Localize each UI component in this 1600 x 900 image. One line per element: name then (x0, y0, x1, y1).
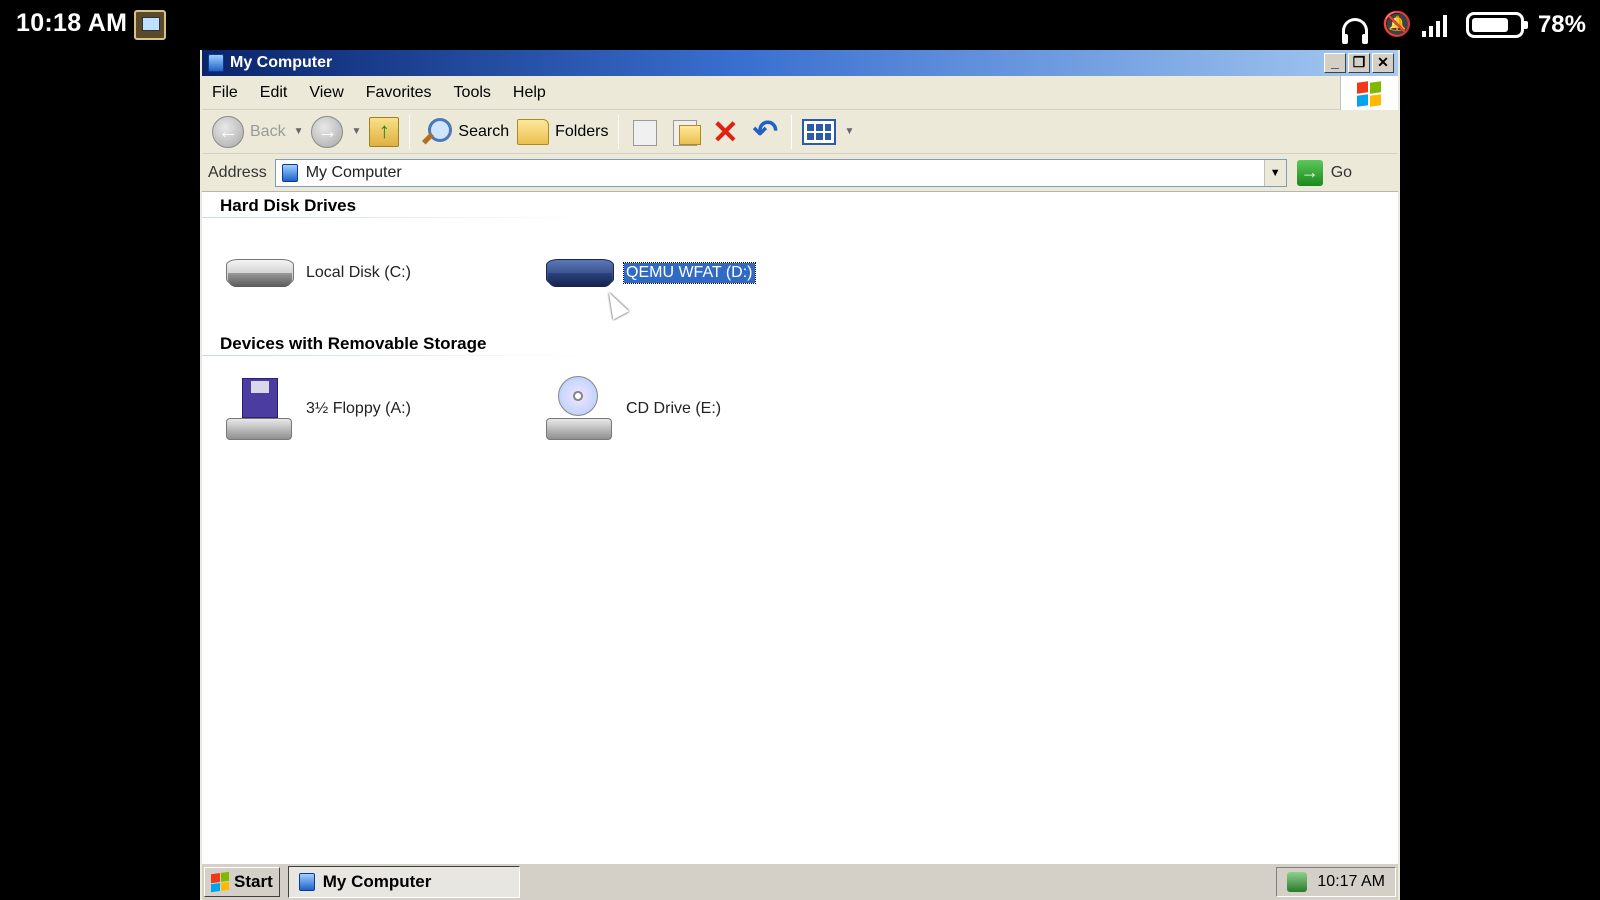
go-button[interactable]: → Go (1296, 159, 1353, 186)
menu-edit[interactable]: Edit (249, 84, 299, 102)
group-divider (202, 355, 592, 356)
address-field[interactable]: My Computer ▼ (274, 158, 1287, 187)
windows-logo-icon (211, 871, 229, 893)
start-label: Start (234, 872, 273, 891)
up-folder-icon: ↑ (369, 116, 400, 147)
windows-logo-icon (1340, 76, 1398, 110)
hard-disk-icon (224, 251, 296, 295)
status-icons: 🔕 78% (1341, 10, 1586, 44)
back-button[interactable]: ← Back ▼ (208, 114, 307, 150)
search-label: Search (458, 122, 510, 140)
floppy-drive-icon (224, 376, 296, 442)
tray-clock: 10:17 AM (1317, 873, 1385, 890)
back-label: Back (250, 122, 286, 140)
folders-button[interactable]: Folders (513, 114, 612, 150)
cd-drive-icon (544, 376, 616, 442)
minimize-button[interactable]: _ (1324, 53, 1346, 73)
screen-cast-icon (134, 10, 166, 40)
copy-to-button[interactable] (665, 114, 705, 150)
drive-label: QEMU WFAT (D:) (623, 262, 756, 284)
toolbar: ← Back ▼ → ▼ ↑ Search Folders ✕ ↶ ▼ (202, 110, 1398, 154)
start-button[interactable]: Start (204, 867, 280, 897)
taskbar: Start My Computer 10:17 AM (202, 862, 1398, 900)
forward-button[interactable]: → ▼ (307, 114, 365, 150)
views-icon (802, 118, 837, 145)
toolbar-separator (409, 114, 411, 149)
muted-bell-icon: 🔕 (1381, 11, 1412, 38)
toolbar-separator (791, 114, 793, 149)
delete-button[interactable]: ✕ (705, 114, 745, 150)
drive-item-d[interactable]: QEMU WFAT (D:) (544, 251, 756, 295)
move-to-icon (629, 117, 661, 147)
taskbar-item-my-computer[interactable]: My Computer (287, 866, 520, 898)
up-folder-button[interactable]: ↑ (365, 114, 403, 150)
android-status-bar: 10:18 AM 🔕 78% (0, 0, 1600, 50)
copy-to-icon (669, 117, 702, 147)
move-to-button[interactable] (625, 114, 665, 150)
folder-icon (517, 118, 550, 145)
taskbar-item-label: My Computer (322, 872, 432, 891)
menu-help[interactable]: Help (502, 84, 557, 102)
folders-label: Folders (555, 122, 609, 140)
menu-tools[interactable]: Tools (443, 84, 502, 102)
group-divider (202, 217, 592, 218)
toolbar-separator (618, 114, 620, 149)
battery-icon (1465, 12, 1528, 38)
undo-button[interactable]: ↶ (745, 114, 785, 150)
search-button[interactable]: Search (416, 114, 513, 150)
menu-file[interactable]: File (202, 84, 249, 102)
go-arrow-icon: → (1296, 159, 1323, 186)
drive-item-e[interactable]: CD Drive (E:) (544, 376, 723, 442)
battery-percentage: 78% (1537, 11, 1586, 38)
status-time: 10:18 AM (16, 9, 128, 37)
computer-icon (281, 163, 298, 182)
system-tray: 10:17 AM (1276, 867, 1396, 897)
hard-disk-icon (544, 251, 616, 295)
address-bar: Address My Computer ▼ → Go (202, 154, 1398, 192)
window-title: My Computer (230, 54, 333, 71)
drive-label: CD Drive (E:) (626, 400, 722, 417)
group-header-hard-disks: Hard Disk Drives (220, 196, 357, 215)
my-computer-window: My Computer _ ❐ ✕ File Edit View Favorit… (200, 50, 1400, 900)
views-dropdown-icon: ▼ (844, 126, 855, 137)
delete-icon: ✕ (712, 113, 739, 150)
menu-favorites[interactable]: Favorites (355, 84, 443, 102)
menu-bar: File Edit View Favorites Tools Help (202, 76, 1398, 110)
headphone-icon (1341, 18, 1368, 44)
menu-view[interactable]: View (298, 84, 354, 102)
drive-label: 3½ Floppy (A:) (306, 400, 411, 417)
drive-item-a[interactable]: 3½ Floppy (A:) (224, 376, 413, 442)
network-icon[interactable] (1287, 872, 1308, 892)
close-button[interactable]: ✕ (1372, 53, 1394, 73)
title-bar[interactable]: My Computer _ ❐ ✕ (202, 50, 1398, 76)
group-header-removable: Devices with Removable Storage (220, 334, 487, 353)
signal-icon (1421, 13, 1452, 37)
drive-label: Local Disk (C:) (306, 264, 411, 281)
drive-item-c[interactable]: Local Disk (C:) (224, 251, 413, 295)
address-dropdown-icon[interactable]: ▼ (1263, 159, 1286, 186)
search-icon (420, 116, 453, 148)
address-value: My Computer (305, 163, 402, 181)
forward-dropdown-icon[interactable]: ▼ (351, 126, 361, 137)
restore-button[interactable]: ❐ (1348, 53, 1370, 73)
go-label: Go (1330, 163, 1353, 181)
back-arrow-icon: ← (212, 115, 244, 148)
views-button[interactable]: ▼ (798, 114, 858, 150)
address-label: Address (208, 163, 267, 181)
back-dropdown-icon[interactable]: ▼ (294, 126, 304, 137)
file-view: Hard Disk Drives Local Disk (C:) QEMU WF… (202, 193, 1398, 845)
forward-arrow-icon: → (311, 115, 344, 148)
undo-icon: ↶ (752, 114, 779, 148)
computer-icon (298, 873, 315, 891)
computer-icon (208, 54, 224, 72)
